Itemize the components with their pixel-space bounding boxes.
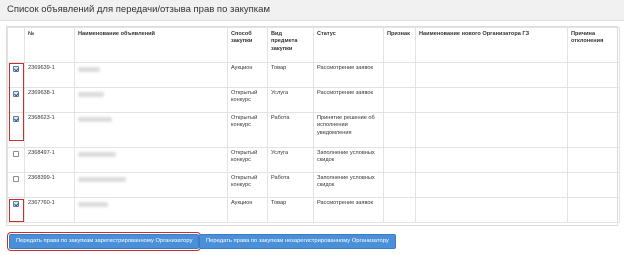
row-sign xyxy=(383,87,416,113)
row-checkbox[interactable] xyxy=(13,116,19,122)
column-header-status[interactable]: Статус xyxy=(313,27,384,63)
transfer-unregistered-organizer-button[interactable]: Передать права по закупкам незарегистрир… xyxy=(199,234,396,249)
row-checkbox[interactable] xyxy=(13,91,19,97)
row-new-organizer xyxy=(415,62,568,88)
row-subject: Товар xyxy=(267,197,314,223)
row-name-redacted xyxy=(74,197,228,223)
table-header-row: № Наименование объявлений Способ закупки… xyxy=(7,27,620,63)
row-checkbox-cell xyxy=(7,197,25,223)
row-number: 2367760-1 xyxy=(24,197,75,223)
column-header-new-organizer[interactable]: Наименование нового Организатора ГЗ xyxy=(415,27,568,63)
redacted-name xyxy=(78,92,104,97)
table-row: 2368399-1 Открытый конкурс Работа Заполн… xyxy=(7,172,620,198)
row-status: Принятие решение об исполнении уведомлен… xyxy=(313,112,384,148)
row-method: Аукцион xyxy=(227,62,268,88)
redacted-name xyxy=(78,177,126,182)
redacted-name xyxy=(78,67,100,72)
row-rejection-reason xyxy=(567,87,620,113)
announcements-table: № Наименование объявлений Способ закупки… xyxy=(7,27,620,223)
page-title: Список объявлений для передачи/отзыва пр… xyxy=(7,4,270,15)
row-subject: Товар xyxy=(267,62,314,88)
row-method: Аукцион xyxy=(227,197,268,223)
row-checkbox[interactable] xyxy=(13,66,19,72)
row-checkbox[interactable] xyxy=(13,201,19,207)
row-status: Заполнение условных скидок xyxy=(313,172,384,198)
column-header-number[interactable]: № xyxy=(24,27,75,63)
row-subject: Работа xyxy=(267,172,314,198)
row-sign xyxy=(383,62,416,88)
row-sign xyxy=(383,147,416,173)
row-checkbox[interactable] xyxy=(13,151,19,157)
row-number: 2368399-1 xyxy=(24,172,75,198)
row-rejection-reason xyxy=(567,172,620,198)
header-bar: Список объявлений для передачи/отзыва пр… xyxy=(0,0,624,21)
redacted-name xyxy=(78,117,112,122)
row-new-organizer xyxy=(415,172,568,198)
row-method: Открытый конкурс xyxy=(227,172,268,198)
row-sign xyxy=(383,112,416,148)
row-method: Открытый конкурс xyxy=(227,147,268,173)
row-name-redacted xyxy=(74,62,228,88)
row-number: 2368623-1 xyxy=(24,112,75,148)
row-status: Заполнение условных скидок xyxy=(313,147,384,173)
row-new-organizer xyxy=(415,112,568,148)
row-new-organizer xyxy=(415,87,568,113)
row-rejection-reason xyxy=(567,62,620,88)
row-rejection-reason xyxy=(567,147,620,173)
row-checkbox-cell xyxy=(7,87,25,113)
row-subject: Работа xyxy=(267,112,314,148)
row-rejection-reason xyxy=(567,197,620,223)
row-rejection-reason xyxy=(567,112,620,148)
row-checkbox-cell xyxy=(7,112,25,148)
row-number: 2368497-1 xyxy=(24,147,75,173)
row-name-redacted xyxy=(74,112,228,148)
redacted-name xyxy=(78,202,108,207)
column-header-rejection-reason[interactable]: Причина отклонения xyxy=(567,27,620,63)
table-row: 2369638-1 Открытый конкурс Услуга Рассмо… xyxy=(7,87,620,113)
row-name-redacted xyxy=(74,87,228,113)
announcements-table-container: № Наименование объявлений Способ закупки… xyxy=(6,26,620,226)
table-row: 2367760-1 Аукцион Товар Рассмотрение зая… xyxy=(7,197,620,223)
row-checkbox-cell xyxy=(7,147,25,173)
row-number: 2369638-1 xyxy=(24,87,75,113)
transfer-registered-organizer-button[interactable]: Передать права по закупкам зарегистриров… xyxy=(6,232,202,251)
row-number: 2369639-1 xyxy=(24,62,75,88)
row-name-redacted xyxy=(74,172,228,198)
row-status: Рассмотрение заявок xyxy=(313,87,384,113)
row-sign xyxy=(383,197,416,223)
row-status: Рассмотрение заявок xyxy=(313,62,384,88)
row-new-organizer xyxy=(415,147,568,173)
column-header-subject[interactable]: Вид предмета закупки xyxy=(267,27,314,63)
row-name-redacted xyxy=(74,147,228,173)
row-checkbox-cell xyxy=(7,172,25,198)
redacted-name xyxy=(78,152,116,157)
table-row: 2368623-1 Открытый конкурс Работа Принят… xyxy=(7,112,620,148)
row-status: Рассмотрение заявок xyxy=(313,197,384,223)
column-header-select xyxy=(7,27,25,63)
row-checkbox-cell xyxy=(7,62,25,88)
row-new-organizer xyxy=(415,197,568,223)
column-header-sign[interactable]: Признак xyxy=(383,27,416,63)
row-subject: Услуга xyxy=(267,147,314,173)
row-sign xyxy=(383,172,416,198)
column-header-method[interactable]: Способ закупки xyxy=(227,27,268,63)
column-header-name[interactable]: Наименование объявлений xyxy=(74,27,228,63)
row-subject: Услуга xyxy=(267,87,314,113)
row-checkbox[interactable] xyxy=(13,176,19,182)
table-row: 2369639-1 Аукцион Товар Рассмотрение зая… xyxy=(7,62,620,88)
row-method: Открытый конкурс xyxy=(227,112,268,148)
table-row: 2368497-1 Открытый конкурс Услуга Заполн… xyxy=(7,147,620,173)
row-method: Открытый конкурс xyxy=(227,87,268,113)
